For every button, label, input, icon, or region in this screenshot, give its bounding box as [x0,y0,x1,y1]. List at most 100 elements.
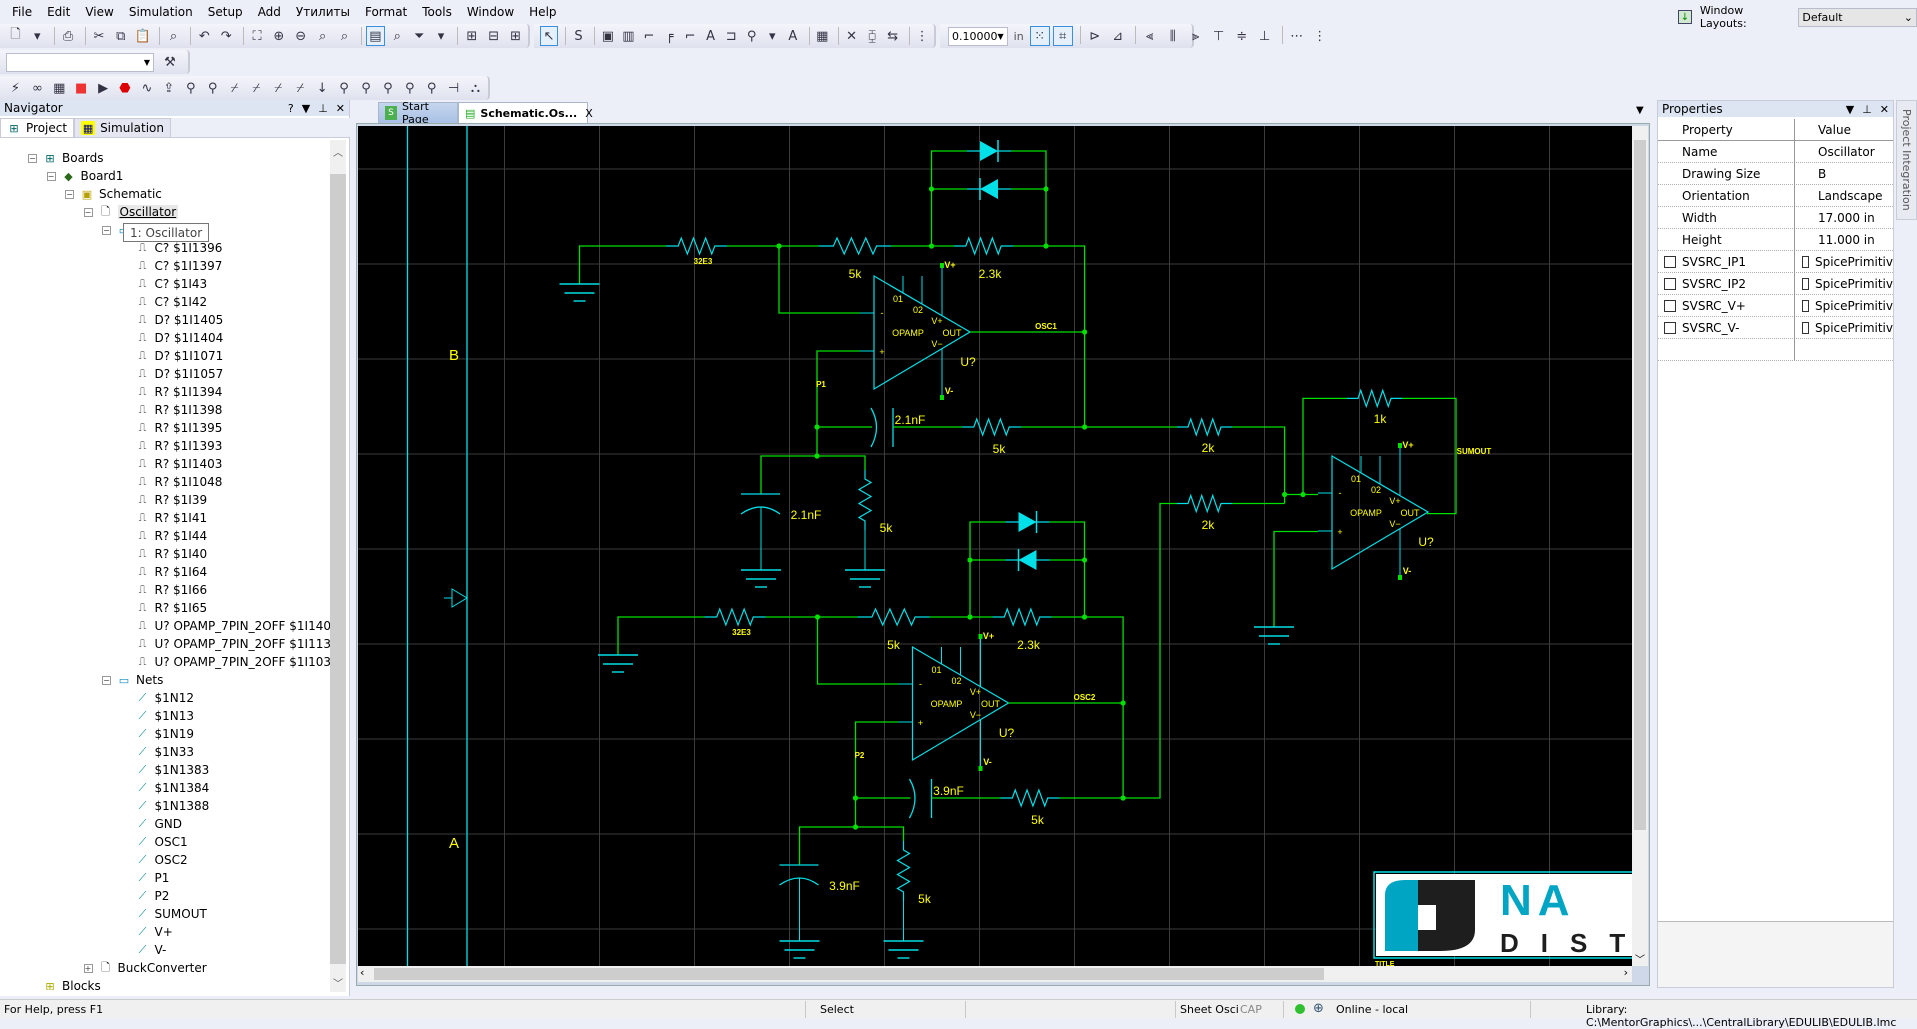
probe-1-icon[interactable]: ⚲ [181,78,200,98]
tree-item[interactable]: − ▣ Schematic [65,185,162,203]
add-port-icon[interactable]: ⊐ [722,26,740,46]
expand-icon[interactable]: + [83,963,93,973]
probe-3-icon[interactable]: ⚲ [335,78,354,98]
new-document-icon[interactable]: 🗋 [6,26,25,46]
checkbox[interactable] [1664,255,1676,268]
tree-item[interactable]: ⎍ C? $1I1397 [121,257,223,275]
meter-1-icon[interactable]: ⌿ [247,78,266,98]
meter-2-icon[interactable]: ⌿ [269,78,288,98]
dropdown-arrow-icon[interactable]: ▾ [432,26,451,46]
scroll-left-icon[interactable]: ‹ [360,966,364,979]
probe-5-icon[interactable]: ⚲ [378,78,397,98]
tree-item[interactable]: ⎍ U? OPAMP_7PIN_2OFF $1I1133 [121,635,330,653]
menu-утилиты[interactable]: Утилиты [296,5,350,19]
tree-item[interactable]: ⟋ $1N19 [121,725,194,743]
dropdown-icon[interactable]: ▼ [302,102,310,115]
find-icon[interactable]: ⌕ [164,26,183,46]
flip-vertical-icon[interactable]: ⊳ [1085,26,1105,46]
tree-item[interactable]: ⎍ R? $1I1394 [121,383,223,401]
add-block-icon[interactable]: ▥ [620,26,638,46]
tree-item[interactable]: ⎍ R? $1I41 [121,509,207,527]
tree-item[interactable]: ⟋ SUMOUT [121,905,207,923]
tab-project[interactable]: ⊞ Project [0,118,75,137]
zoom-icon[interactable]: ⊕ [1313,1001,1324,1016]
tree-item[interactable]: ⎍ C? $1I43 [121,275,208,293]
align-left-icon[interactable]: ⫷ [1140,26,1160,46]
tab-schematic-oscillator[interactable]: ▤ Schematic.Os... X [458,102,593,123]
scrollbar-thumb[interactable] [374,968,1324,980]
tree-item[interactable]: ⎍ R? $1I1403 [121,455,223,473]
hierarchy-down-icon[interactable]: ⊟ [484,26,503,46]
menu-help[interactable]: Help [529,5,556,19]
zoom-search-icon[interactable]: ⌕ [388,26,407,46]
tree-item[interactable]: ⎍ R? $1I66 [121,581,207,599]
probe-4-icon[interactable]: ⚲ [357,78,376,98]
collapse-icon[interactable]: − [102,675,111,685]
grid-size-combo[interactable]: 0.10000 ▼ [948,26,1008,46]
close-tab-icon[interactable]: X [585,107,593,120]
tree-item[interactable]: − ◆ Board1 [46,167,123,185]
grid-dots-icon[interactable]: ⁙ [1029,26,1050,46]
tree-item[interactable]: ⎍ C? $1I42 [121,293,208,311]
property-row[interactable]: Height 11.000 in [1658,228,1893,251]
distribute-horizontal-icon[interactable]: ⋯ [1287,26,1307,46]
menu-simulation[interactable]: Simulation [129,5,193,19]
symbol-icon[interactable]: ▦ [813,26,831,46]
navigator-scrollbar[interactable]: ︿ ﹀ [330,140,346,992]
zoom-previous-icon[interactable]: ⌕ [335,26,354,46]
checkbox[interactable] [1802,277,1809,290]
align-bottom-icon[interactable]: ⊥ [1255,26,1275,46]
distribute-vertical-icon[interactable]: ⋮ [1310,26,1330,46]
cut-icon[interactable]: ✂ [90,26,109,46]
add-attribute-icon[interactable]: A [784,26,802,46]
tree-item[interactable]: ⎍ R? $1I1048 [121,473,223,491]
filter-icon[interactable]: ⏷ [410,26,429,46]
meter-3-icon[interactable]: ⌿ [291,78,310,98]
print-icon[interactable]: ⎙ [59,26,78,46]
probe-2-icon[interactable]: ⚲ [203,78,222,98]
collapse-icon[interactable]: − [102,225,111,235]
copy-icon[interactable]: ⧉ [111,26,130,46]
tree-item[interactable]: ⟋ $1N1384 [121,779,210,797]
window-layouts-select[interactable]: Default ⌄ [1798,7,1917,27]
tree-item[interactable]: ⎍ D? $1I1404 [121,329,224,347]
tree-item[interactable]: ⎍ U? OPAMP_7PIN_2OFF $1I1402 [121,617,330,635]
tree-item[interactable]: ⟋ $1N13 [121,707,194,725]
tree-item[interactable]: ⎍ D? $1I1071 [121,347,224,365]
tab-list-dropdown-icon[interactable]: ▼ [1636,105,1644,116]
property-row[interactable]: Orientation Landscape [1658,184,1893,207]
probe-6-icon[interactable]: ⚲ [400,78,419,98]
undo-icon[interactable]: ↶ [195,26,214,46]
tree-item[interactable]: ⟋ OSC1 [121,833,188,851]
binoculars-icon[interactable]: ⛬ [466,78,485,98]
pin-icon[interactable]: ⊥ [318,102,328,115]
pin-icon[interactable]: ⧮ [863,26,881,46]
menu-tools[interactable]: Tools [422,5,452,19]
add-net-alt-icon[interactable]: ⌐ [681,26,699,46]
scrollbar-thumb[interactable] [1634,140,1646,830]
tree-item[interactable]: − ⊞ Boards [28,149,104,167]
tree-item[interactable]: ⎍ R? $1I40 [121,545,207,563]
stop-icon[interactable]: ⬣ [116,78,135,98]
tree-item[interactable]: ⎍ R? $1I64 [121,563,207,581]
paste-icon[interactable]: 📋 [133,26,152,46]
collapse-icon[interactable]: − [83,207,93,217]
tree-item[interactable]: ⎍ R? $1I1395 [121,419,223,437]
close-icon[interactable]: ✕ [1880,103,1889,116]
probe-7-icon[interactable]: ⚲ [422,78,441,98]
canvas-horizontal-scrollbar[interactable]: ‹ › [358,966,1632,982]
add-bus-icon[interactable]: ╒ [661,26,679,46]
hierarchy-top-icon[interactable]: ⊞ [506,26,525,46]
tree-item[interactable]: ⟋ $1N1388 [121,797,210,815]
toolbar-combo[interactable]: ▼ [6,52,154,72]
menu-view[interactable]: View [85,5,113,19]
tree-item[interactable]: ⎍ R? $1I1393 [121,437,223,455]
scroll-up-icon[interactable]: ︿ [333,144,343,159]
tree-item[interactable]: ⎍ R? $1I44 [121,527,207,545]
menu-window[interactable]: Window [467,5,514,19]
property-row[interactable]: Name Oscillator [1658,140,1893,163]
property-row[interactable]: Drawing Size B [1658,162,1893,185]
tool-settings-icon[interactable]: ⚒ [160,52,180,72]
tree-item[interactable]: ⎍ R? $1I39 [121,491,207,509]
scrollbar-thumb[interactable] [330,174,346,964]
